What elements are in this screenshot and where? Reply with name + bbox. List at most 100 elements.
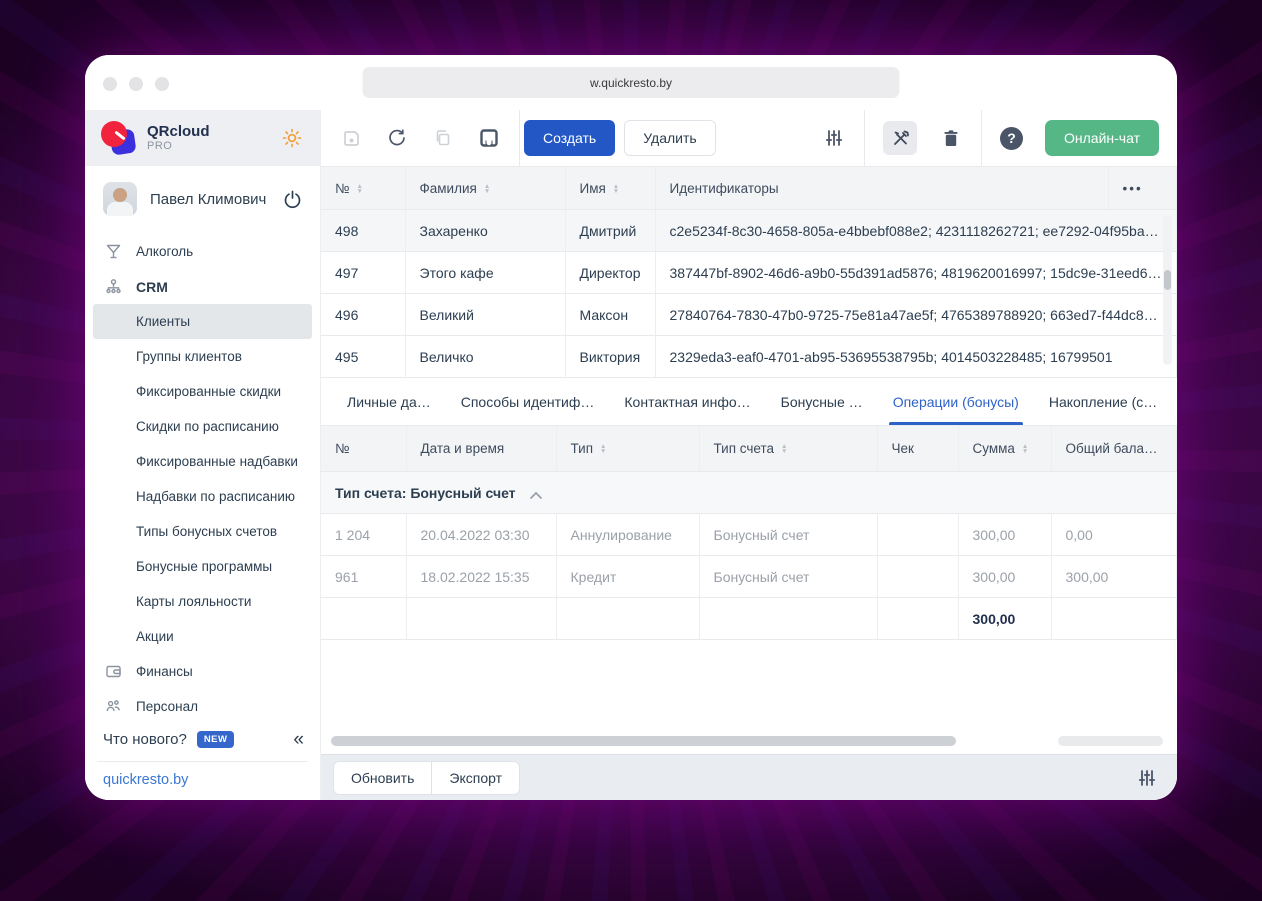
table-settings-sliders-icon[interactable] bbox=[1135, 766, 1159, 790]
sidebar-item-crm[interactable]: CRM bbox=[85, 269, 320, 304]
sidebar-item-promos[interactable]: Акции bbox=[85, 619, 320, 654]
sidebar-item-scheduled-discounts[interactable]: Скидки по расписанию bbox=[85, 409, 320, 444]
horizontal-scrollbar[interactable] bbox=[321, 736, 1177, 746]
sidebar-item-client-groups[interactable]: Группы клиентов bbox=[85, 339, 320, 374]
table-row[interactable]: 1 204 20.04.2022 03:30 Аннулирование Бон… bbox=[321, 514, 1177, 556]
column-header-firstname[interactable]: Имя▲▼ bbox=[565, 167, 655, 210]
column-header-datetime[interactable]: Дата и время bbox=[406, 426, 556, 472]
sidebar-item-fixed-discounts[interactable]: Фиксированные скидки bbox=[85, 374, 320, 409]
column-header-amount[interactable]: Сумма▲▼ bbox=[958, 426, 1051, 472]
cell-num[interactable]: 496 bbox=[321, 294, 405, 336]
sliders-icon[interactable] bbox=[822, 126, 846, 150]
tab-contact-info[interactable]: Контактная инфо… bbox=[624, 378, 750, 425]
chevron-up-icon[interactable] bbox=[529, 491, 543, 500]
tools-icon[interactable] bbox=[883, 121, 917, 155]
cell-num[interactable]: 1 204 bbox=[321, 514, 406, 556]
column-header-lastname[interactable]: Фамилия▲▼ bbox=[405, 167, 565, 210]
cell-firstname[interactable]: Максон bbox=[565, 294, 655, 336]
cell-lastname[interactable]: Этого кафе bbox=[405, 252, 565, 294]
address-bar[interactable]: w.quickresto.by bbox=[363, 67, 900, 98]
cell-receipt[interactable] bbox=[877, 556, 958, 598]
cell-amount[interactable]: 300,00 bbox=[958, 556, 1051, 598]
column-header-identifiers[interactable]: Идентификаторы bbox=[655, 167, 1108, 210]
table-row[interactable]: 961 18.02.2022 15:35 Кредит Бонусный сче… bbox=[321, 556, 1177, 598]
cell-firstname[interactable]: Дмитрий bbox=[565, 210, 655, 252]
cell-lastname[interactable]: Великий bbox=[405, 294, 565, 336]
table-row[interactable]: 496 Великий Максон 27840764-7830-47b0-97… bbox=[321, 294, 1177, 336]
create-button[interactable]: Создать bbox=[524, 120, 615, 156]
tab-identification-methods[interactable]: Способы идентиф… bbox=[461, 378, 595, 425]
columns-menu-button[interactable]: ••• bbox=[1108, 167, 1177, 210]
whats-new-link[interactable]: Что нового? NEW « bbox=[103, 730, 304, 749]
sidebar-item-clients[interactable]: Клиенты bbox=[93, 304, 312, 339]
cell-account-type[interactable]: Бонусный счет bbox=[699, 514, 877, 556]
vertical-scrollbar[interactable] bbox=[1163, 215, 1172, 365]
cell-identifiers[interactable]: c2e5234f-8c30-4658-805a-e4bbebf088e2; 42… bbox=[655, 210, 1177, 252]
table-row[interactable]: 498 Захаренко Дмитрий c2e5234f-8c30-4658… bbox=[321, 210, 1177, 252]
column-header-type[interactable]: Тип▲▼ bbox=[556, 426, 699, 472]
collapse-sidebar-icon[interactable]: « bbox=[293, 730, 304, 749]
window-controls[interactable] bbox=[103, 77, 169, 91]
tab-personal-data[interactable]: Личные да… bbox=[347, 378, 431, 425]
cell-firstname[interactable]: Директор bbox=[565, 252, 655, 294]
table-row[interactable]: 497 Этого кафе Директор 387447bf-8902-46… bbox=[321, 252, 1177, 294]
cell-datetime[interactable]: 18.02.2022 15:35 bbox=[406, 556, 556, 598]
column-header-balance[interactable]: Общий баланс▲▼ bbox=[1051, 426, 1177, 472]
tab-operations-bonuses[interactable]: Операции (бонусы) bbox=[893, 378, 1019, 425]
window-dot[interactable] bbox=[129, 77, 143, 91]
group-row[interactable]: Тип счета: Бонусный счет bbox=[321, 472, 1177, 514]
cell-lastname[interactable]: Захаренко bbox=[405, 210, 565, 252]
cell-account-type[interactable]: Бонусный счет bbox=[699, 556, 877, 598]
sidebar-item-fixed-surcharges[interactable]: Фиксированные надбавки bbox=[85, 444, 320, 479]
scrollbar-thumb[interactable] bbox=[1164, 270, 1171, 290]
logout-power-icon[interactable] bbox=[280, 187, 304, 211]
export-button[interactable]: Экспорт bbox=[432, 761, 520, 795]
online-chat-button[interactable]: Онлайн-чат bbox=[1045, 120, 1159, 156]
cell-type[interactable]: Аннулирование bbox=[556, 514, 699, 556]
cell-receipt[interactable] bbox=[877, 514, 958, 556]
trash-icon[interactable] bbox=[939, 126, 963, 150]
column-header-num[interactable]: №▲▼ bbox=[321, 167, 405, 210]
cell-num[interactable]: 961 bbox=[321, 556, 406, 598]
column-header-num[interactable]: № bbox=[321, 426, 406, 472]
column-header-receipt[interactable]: Чек bbox=[877, 426, 958, 472]
sidebar-item-finance[interactable]: Финансы bbox=[85, 654, 320, 689]
cell-firstname[interactable]: Виктория bbox=[565, 336, 655, 378]
user-profile[interactable]: Павел Климович bbox=[85, 166, 320, 226]
cell-lastname[interactable]: Величко bbox=[405, 336, 565, 378]
window-dot[interactable] bbox=[155, 77, 169, 91]
cell-empty bbox=[1051, 598, 1177, 640]
site-link[interactable]: quickresto.by bbox=[103, 772, 304, 788]
delete-button[interactable]: Удалить bbox=[624, 120, 715, 156]
table-row[interactable]: 495 Величко Виктория 2329eda3-eaf0-4701-… bbox=[321, 336, 1177, 378]
refresh-button[interactable]: Обновить bbox=[333, 761, 432, 795]
sidebar-item-bonus-programs[interactable]: Бонусные программы bbox=[85, 549, 320, 584]
cell-num[interactable]: 498 bbox=[321, 210, 405, 252]
group-label[interactable]: Тип счета: Бонусный счет bbox=[321, 472, 1177, 514]
sidebar-item-scheduled-surcharges[interactable]: Надбавки по расписанию bbox=[85, 479, 320, 514]
cell-identifiers[interactable]: 2329eda3-eaf0-4701-ab95-53695538795b; 40… bbox=[655, 336, 1177, 378]
cell-balance[interactable]: 0,00 bbox=[1051, 514, 1177, 556]
desktop-background: w.quickresto.by QRcloud PRO bbox=[0, 0, 1262, 901]
cell-num[interactable]: 495 bbox=[321, 336, 405, 378]
cell-identifiers[interactable]: 387447bf-8902-46d6-a9b0-55d391ad5876; 48… bbox=[655, 252, 1177, 294]
theme-toggle-sun-icon[interactable] bbox=[280, 126, 304, 150]
cell-balance[interactable]: 300,00 bbox=[1051, 556, 1177, 598]
window-dot[interactable] bbox=[103, 77, 117, 91]
cell-amount[interactable]: 300,00 bbox=[958, 514, 1051, 556]
tab-bonus[interactable]: Бонусные … bbox=[781, 378, 863, 425]
sidebar-item-bonus-account-types[interactable]: Типы бонусных счетов bbox=[85, 514, 320, 549]
sidebar-item-loyalty-cards[interactable]: Карты лояльности bbox=[85, 584, 320, 619]
scrollbar-thumb[interactable] bbox=[331, 736, 956, 746]
column-header-account-type[interactable]: Тип счета▲▼ bbox=[699, 426, 877, 472]
cell-datetime[interactable]: 20.04.2022 03:30 bbox=[406, 514, 556, 556]
sidebar-item-staff[interactable]: Персонал bbox=[85, 689, 320, 724]
tab-accumulation[interactable]: Накопление (с… bbox=[1049, 378, 1157, 425]
sidebar-item-alcohol[interactable]: Алкоголь bbox=[85, 234, 320, 269]
kiosk-icon[interactable] bbox=[477, 126, 501, 150]
refresh-icon[interactable] bbox=[385, 126, 409, 150]
cell-type[interactable]: Кредит bbox=[556, 556, 699, 598]
cell-num[interactable]: 497 bbox=[321, 252, 405, 294]
cell-identifiers[interactable]: 27840764-7830-47b0-9725-75e81a47ae5f; 47… bbox=[655, 294, 1177, 336]
help-icon[interactable]: ? bbox=[1000, 127, 1023, 150]
